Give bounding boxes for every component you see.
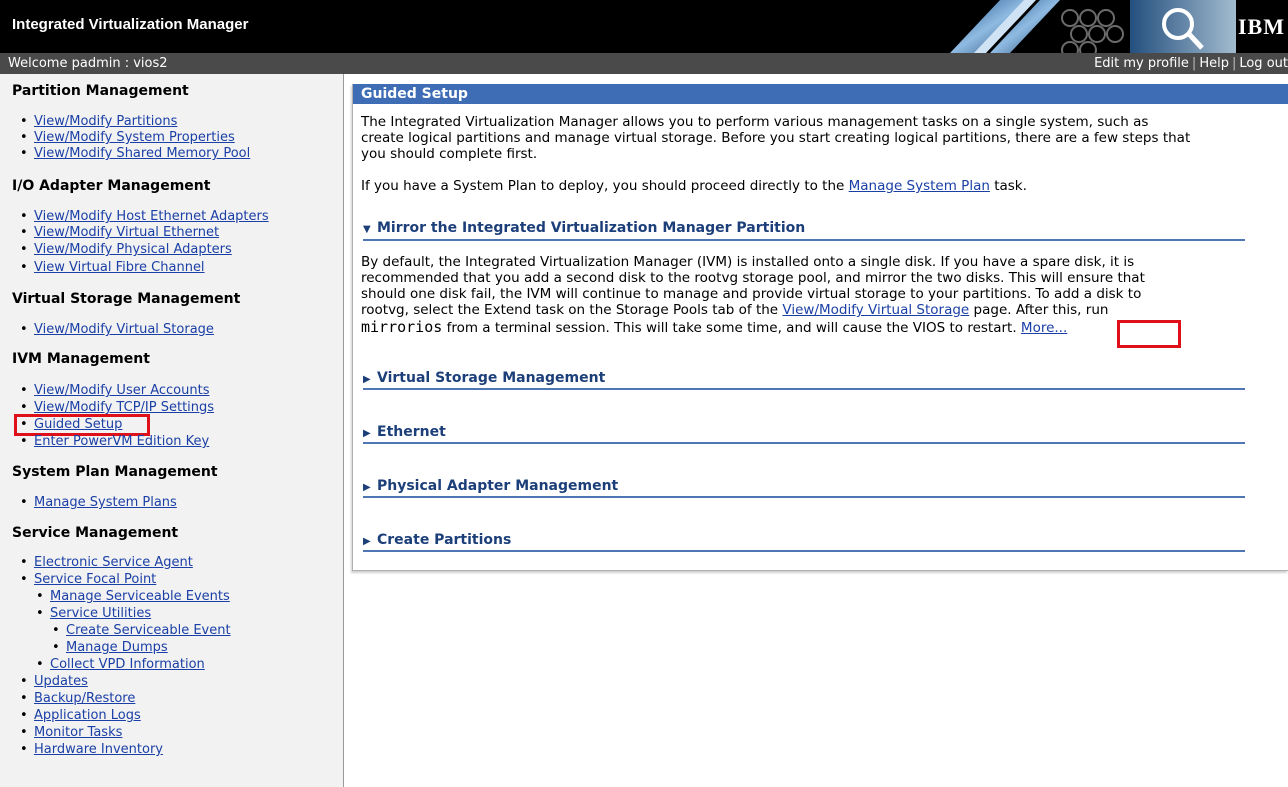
nav-heading-virtual-storage-management: Virtual Storage Management [12, 291, 241, 307]
intro-line-3: you should complete first. [361, 146, 538, 162]
section-divider [363, 550, 1245, 552]
section-ethernet-header[interactable]: ▶ Ethernet [363, 424, 1245, 441]
banner-graphic-icon [940, 0, 1236, 53]
mirror-line-2: recommended that you add a second disk t… [361, 270, 1145, 286]
nav-item-shared-memory-pool[interactable]: • View/Modify Shared Memory Pool [20, 146, 250, 162]
section-divider [363, 496, 1245, 498]
section-physical-adapter-header[interactable]: ▶ Physical Adapter Management [363, 478, 1245, 495]
nav-item-user-accounts[interactable]: • View/Modify User Accounts [20, 383, 209, 399]
nav-item-hardware-inventory[interactable]: • Hardware Inventory [20, 742, 163, 758]
nav-item-create-serviceable-event[interactable]: • Create Serviceable Event [52, 623, 231, 639]
intro-line-2: create logical partitions and manage vir… [361, 130, 1191, 146]
collapsed-triangle-icon: ▶ [363, 428, 371, 439]
nav-item-physical-adapters[interactable]: • View/Modify Physical Adapters [20, 242, 232, 258]
nav-item-service-utilities[interactable]: • Service Utilities [36, 606, 151, 622]
system-plan-paragraph: If you have a System Plan to deploy, you… [361, 178, 1027, 194]
nav-heading-service-management: Service Management [12, 525, 179, 541]
navigation-sidebar: Partition Management • View/Modify Partit… [0, 74, 344, 787]
app-title: Integrated Virtualization Manager [12, 16, 249, 33]
expanded-triangle-icon: ▼ [363, 224, 371, 235]
section-create-partitions-header[interactable]: ▶ Create Partitions [363, 532, 1245, 549]
nav-item-virtual-ethernet[interactable]: • View/Modify Virtual Ethernet [20, 225, 219, 241]
nav-item-electronic-service-agent[interactable]: • Electronic Service Agent [20, 555, 193, 571]
collapsed-triangle-icon: ▶ [363, 482, 371, 493]
welcome-bar: Welcome padmin : vios2 Edit my profile | H… [0, 53, 1288, 74]
nav-item-manage-dumps[interactable]: • Manage Dumps [52, 640, 168, 656]
nav-heading-ivm-management: IVM Management [12, 351, 150, 367]
nav-item-collect-vpd[interactable]: • Collect VPD Information [36, 657, 205, 673]
mirror-line-4: rootvg, select the Extend task on the St… [361, 302, 1109, 318]
manage-system-plan-link[interactable]: Manage System Plan [849, 178, 990, 194]
section-divider [363, 442, 1245, 444]
help-link[interactable]: Help [1199, 56, 1229, 71]
nav-item-monitor-tasks[interactable]: • Monitor Tasks [20, 725, 122, 741]
nav-item-view-modify-partitions[interactable]: • View/Modify Partitions [20, 114, 177, 130]
nav-item-virtual-storage[interactable]: • View/Modify Virtual Storage [20, 322, 214, 338]
more-link-highlight-box [1117, 320, 1181, 348]
nav-item-manage-serviceable-events[interactable]: • Manage Serviceable Events [36, 589, 230, 605]
nav-heading-io-adapter-management: I/O Adapter Management [12, 178, 211, 194]
mirror-line-1: By default, the Integrated Virtualizatio… [361, 254, 1135, 270]
ibm-logo: IBM [1238, 14, 1285, 39]
collapsed-triangle-icon: ▶ [363, 374, 371, 385]
view-modify-virtual-storage-link[interactable]: View/Modify Virtual Storage [782, 302, 969, 318]
nav-item-virtual-fibre-channel[interactable]: • View Virtual Fibre Channel [20, 260, 205, 276]
nav-item-powervm-key[interactable]: • Enter PowerVM Edition Key [20, 434, 209, 450]
intro-line-1: The Integrated Virtualization Manager al… [361, 114, 1149, 130]
nav-item-system-properties[interactable]: • View/Modify System Properties [20, 130, 235, 146]
nav-item-updates[interactable]: • Updates [20, 674, 88, 690]
logout-link[interactable]: Log out [1239, 56, 1288, 71]
mirror-line-3: should one disk fail, the IVM will conti… [361, 286, 1142, 302]
edit-profile-link[interactable]: Edit my profile [1094, 56, 1189, 71]
more-link[interactable]: More... [1021, 320, 1067, 336]
mirrorios-command: mirrorios [361, 318, 443, 336]
nav-heading-system-plan-management: System Plan Management [12, 464, 218, 480]
nav-item-application-logs[interactable]: • Application Logs [20, 708, 141, 724]
nav-item-host-ethernet-adapters[interactable]: • View/Modify Host Ethernet Adapters [20, 209, 269, 225]
section-mirror-header[interactable]: ▼ Mirror the Integrated Virtualization Ma… [363, 220, 1245, 237]
welcome-text: Welcome padmin : vios2 [8, 56, 168, 71]
nav-item-manage-system-plans[interactable]: • Manage System Plans [20, 495, 177, 511]
title-bar: Integrated Virtualization Manager IBM [0, 0, 1288, 53]
guided-setup-highlight-box [14, 414, 150, 436]
section-virtual-storage-header[interactable]: ▶ Virtual Storage Management [363, 370, 1245, 387]
section-divider [363, 388, 1245, 390]
collapsed-triangle-icon: ▶ [363, 536, 371, 547]
nav-item-service-focal-point[interactable]: • Service Focal Point [20, 572, 156, 588]
panel-title: Guided Setup [353, 84, 1288, 104]
nav-heading-partition-management: Partition Management [12, 83, 189, 99]
nav-item-backup-restore[interactable]: • Backup/Restore [20, 691, 135, 707]
section-divider [363, 239, 1245, 241]
utility-links: Edit my profile | Help | Log out [1094, 56, 1288, 71]
guided-setup-panel: Guided Setup The Integrated Virtualizati… [352, 84, 1288, 571]
